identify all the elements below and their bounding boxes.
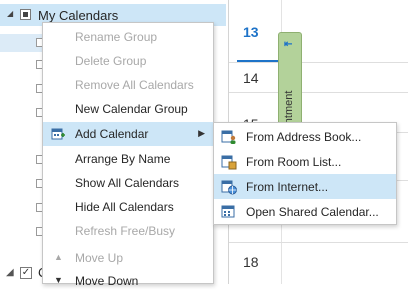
submenu-item-label: From Room List... (246, 155, 342, 169)
address-book-icon (221, 129, 237, 145)
calendar-row[interactable] (0, 199, 45, 217)
peek-arrow-icon[interactable]: ⇤ (284, 39, 292, 50)
submenu-item-from-address-book[interactable]: From Address Book... (214, 124, 396, 149)
submenu-item-label: From Address Book... (246, 130, 362, 144)
menu-item-label: Remove All Calendars (75, 78, 194, 92)
submenu-item-label: From Internet... (246, 180, 329, 194)
group-label: My Calendars (38, 8, 119, 23)
submenu-item-label: Open Shared Calendar... (246, 205, 379, 219)
day-number[interactable]: 18 (243, 254, 259, 270)
menu-item-remove-all-calendars[interactable]: Remove All Calendars (43, 73, 213, 97)
calendar-row-selected[interactable] (0, 34, 45, 52)
day-divider (229, 62, 408, 63)
calendar-row[interactable] (0, 223, 45, 241)
room-list-icon (221, 154, 237, 170)
menu-item-label: Move Down (75, 274, 139, 288)
day-divider (229, 92, 408, 93)
submenu-item-open-shared-calendar[interactable]: Open Shared Calendar... (214, 199, 396, 224)
day-number[interactable]: 14 (243, 70, 259, 86)
submenu-item-from-internet[interactable]: From Internet... (214, 174, 396, 199)
group-checkbox-checked[interactable]: ✓ (20, 267, 32, 279)
calendar-group-context-menu: Rename Group Delete Group Remove All Cal… (42, 22, 214, 288)
menu-item-rename-group[interactable]: Rename Group (43, 25, 213, 49)
calendar-row[interactable] (0, 151, 45, 169)
menu-item-move-up[interactable]: ▲ Move Up (43, 246, 213, 270)
add-calendar-icon (51, 127, 65, 141)
menu-item-move-down[interactable]: ▼ Move Down (43, 269, 213, 293)
move-up-icon: ▲ (54, 252, 63, 262)
menu-item-label: Delete Group (75, 54, 147, 68)
expand-triangle-icon[interactable]: ◢ (6, 267, 14, 278)
menu-item-add-calendar[interactable]: Add Calendar ▶ (43, 122, 213, 146)
menu-item-new-calendar-group[interactable]: New Calendar Group (43, 97, 213, 121)
submenu-arrow-icon: ▶ (198, 128, 205, 138)
collapse-triangle-icon[interactable]: ◢ (7, 9, 13, 18)
menu-item-label: Refresh Free/Busy (75, 224, 176, 238)
menu-item-arrange-by-name[interactable]: Arrange By Name (43, 147, 213, 171)
menu-item-label: Rename Group (75, 30, 158, 44)
menu-item-label: New Calendar Group (75, 102, 188, 116)
shared-calendar-icon (221, 204, 237, 220)
menu-item-hide-all-calendars[interactable]: Hide All Calendars (43, 195, 213, 219)
day-number-today[interactable]: 13 (243, 24, 259, 40)
calendar-row[interactable] (0, 175, 45, 193)
group-checkbox[interactable] (20, 9, 31, 20)
menu-item-show-all-calendars[interactable]: Show All Calendars (43, 171, 213, 195)
calendar-row[interactable] (0, 104, 45, 122)
calendar-row[interactable] (0, 80, 45, 98)
calendar-row[interactable] (0, 56, 45, 74)
menu-item-label: Hide All Calendars (75, 200, 174, 214)
menu-item-delete-group[interactable]: Delete Group (43, 49, 213, 73)
internet-calendar-icon (221, 179, 237, 195)
menu-item-label: Add Calendar (75, 127, 149, 141)
day-divider (229, 242, 408, 243)
add-calendar-submenu: From Address Book... From Room List... F… (213, 122, 397, 225)
menu-item-refresh-free-busy[interactable]: Refresh Free/Busy (43, 219, 213, 243)
menu-item-label: Move Up (75, 251, 124, 265)
menu-item-label: Arrange By Name (75, 152, 171, 166)
menu-item-label: Show All Calendars (75, 176, 180, 190)
submenu-item-from-room-list[interactable]: From Room List... (214, 149, 396, 174)
